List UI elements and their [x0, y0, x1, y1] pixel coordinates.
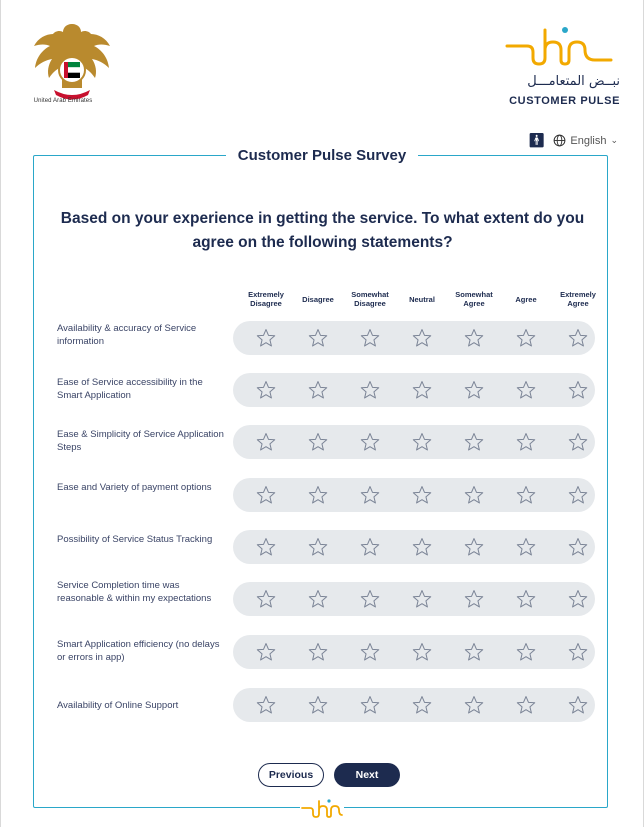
rating-row	[233, 373, 595, 407]
toolbar: 🚹︎ English ⌄	[528, 132, 618, 149]
star-outline-icon[interactable]	[411, 641, 433, 663]
star-outline-icon[interactable]	[359, 694, 381, 716]
scale-label: Disagree	[302, 294, 334, 304]
star-outline-icon[interactable]	[307, 588, 329, 610]
statement-label: Possibility of Service Status Tracking	[57, 534, 213, 545]
star-outline-icon[interactable]	[307, 327, 329, 349]
star-outline-icon[interactable]	[463, 431, 485, 453]
statement-label: Ease and Variety of payment options	[57, 482, 212, 493]
star-outline-icon[interactable]	[411, 327, 433, 349]
star-outline-icon[interactable]	[567, 536, 589, 558]
scale-label: Somewhat Agree	[455, 290, 493, 308]
star-outline-icon[interactable]	[463, 379, 485, 401]
globe-icon	[553, 134, 566, 147]
star-outline-icon[interactable]	[359, 431, 381, 453]
star-outline-icon[interactable]	[255, 327, 277, 349]
star-outline-icon[interactable]	[255, 641, 277, 663]
language-selector[interactable]: English ⌄	[553, 134, 618, 147]
scale-label: Agree	[515, 294, 537, 304]
star-outline-icon[interactable]	[567, 694, 589, 716]
scale-label: Neutral	[409, 294, 435, 304]
star-outline-icon[interactable]	[359, 588, 381, 610]
emblem-caption: United Arab Emirates	[33, 98, 93, 104]
star-outline-icon[interactable]	[463, 484, 485, 506]
star-outline-icon[interactable]	[515, 484, 537, 506]
star-outline-icon[interactable]	[515, 327, 537, 349]
rating-row	[233, 635, 595, 669]
star-outline-icon[interactable]	[359, 484, 381, 506]
statement-label: Smart Application efficiency (no delays …	[57, 639, 220, 663]
star-outline-icon[interactable]	[307, 536, 329, 558]
star-outline-icon[interactable]	[463, 641, 485, 663]
rating-row	[233, 688, 595, 722]
scale-header-row: Extremely Disagree Disagree Somewhat Disag…	[233, 287, 596, 311]
next-button[interactable]: Next	[334, 763, 400, 787]
star-outline-icon[interactable]	[515, 588, 537, 610]
star-outline-icon[interactable]	[359, 536, 381, 558]
rating-row	[233, 478, 595, 512]
star-outline-icon[interactable]	[255, 379, 277, 401]
statement-label: Availability of Online Support	[57, 700, 179, 711]
logo-arabic-text: نبــض المتعامـــل	[527, 74, 620, 89]
star-outline-icon[interactable]	[463, 588, 485, 610]
footer-logo-mark	[300, 796, 344, 820]
star-outline-icon[interactable]	[255, 431, 277, 453]
star-outline-icon[interactable]	[255, 536, 277, 558]
star-outline-icon[interactable]	[411, 379, 433, 401]
star-outline-icon[interactable]	[307, 641, 329, 663]
previous-button[interactable]: Previous	[258, 763, 324, 787]
logo-english-text: CUSTOMER PULSE	[509, 95, 620, 107]
star-outline-icon[interactable]	[515, 379, 537, 401]
star-outline-icon[interactable]	[307, 431, 329, 453]
star-outline-icon[interactable]	[567, 327, 589, 349]
star-outline-icon[interactable]	[359, 327, 381, 349]
uae-emblem	[34, 24, 110, 100]
star-outline-icon[interactable]	[515, 431, 537, 453]
scale-label: Extremely Disagree	[248, 290, 284, 308]
star-outline-icon[interactable]	[411, 536, 433, 558]
star-outline-icon[interactable]	[359, 379, 381, 401]
star-outline-icon[interactable]	[515, 536, 537, 558]
accessibility-icon[interactable]: 🚹︎	[528, 132, 546, 149]
star-outline-icon[interactable]	[567, 431, 589, 453]
star-outline-icon[interactable]	[463, 536, 485, 558]
star-outline-icon[interactable]	[567, 588, 589, 610]
star-outline-icon[interactable]	[515, 694, 537, 716]
star-outline-icon[interactable]	[307, 379, 329, 401]
star-outline-icon[interactable]	[463, 327, 485, 349]
star-outline-icon[interactable]	[463, 694, 485, 716]
star-outline-icon[interactable]	[567, 484, 589, 506]
rating-row	[233, 582, 595, 616]
chevron-down-icon: ⌄	[610, 135, 618, 145]
star-outline-icon[interactable]	[411, 431, 433, 453]
survey-question: Based on your experience in getting the …	[60, 210, 585, 251]
statement-label: Availability & accuracy of Service infor…	[57, 323, 197, 347]
star-outline-icon[interactable]	[255, 484, 277, 506]
page-frame-left	[0, 0, 1, 827]
statement-label: Ease of Service accessibility in the Sma…	[57, 377, 203, 401]
rating-row	[233, 321, 595, 355]
language-label: English	[570, 134, 607, 147]
customer-pulse-logo	[505, 27, 613, 66]
star-outline-icon[interactable]	[567, 379, 589, 401]
statement-label: Ease & Simplicity of Service Application…	[57, 429, 224, 453]
rating-row	[233, 425, 595, 459]
scale-label: Extremely Agree	[560, 290, 596, 308]
star-outline-icon[interactable]	[411, 484, 433, 506]
star-outline-icon[interactable]	[307, 484, 329, 506]
star-outline-icon[interactable]	[567, 641, 589, 663]
star-outline-icon[interactable]	[411, 588, 433, 610]
star-outline-icon[interactable]	[411, 694, 433, 716]
statement-label: Service Completion time was reasonable &…	[57, 580, 212, 604]
star-outline-icon[interactable]	[255, 588, 277, 610]
scale-label: Somewhat Disagree	[351, 290, 389, 308]
star-outline-icon[interactable]	[359, 641, 381, 663]
rating-row	[233, 530, 595, 564]
star-outline-icon[interactable]	[307, 694, 329, 716]
star-outline-icon[interactable]	[255, 694, 277, 716]
star-outline-icon[interactable]	[515, 641, 537, 663]
